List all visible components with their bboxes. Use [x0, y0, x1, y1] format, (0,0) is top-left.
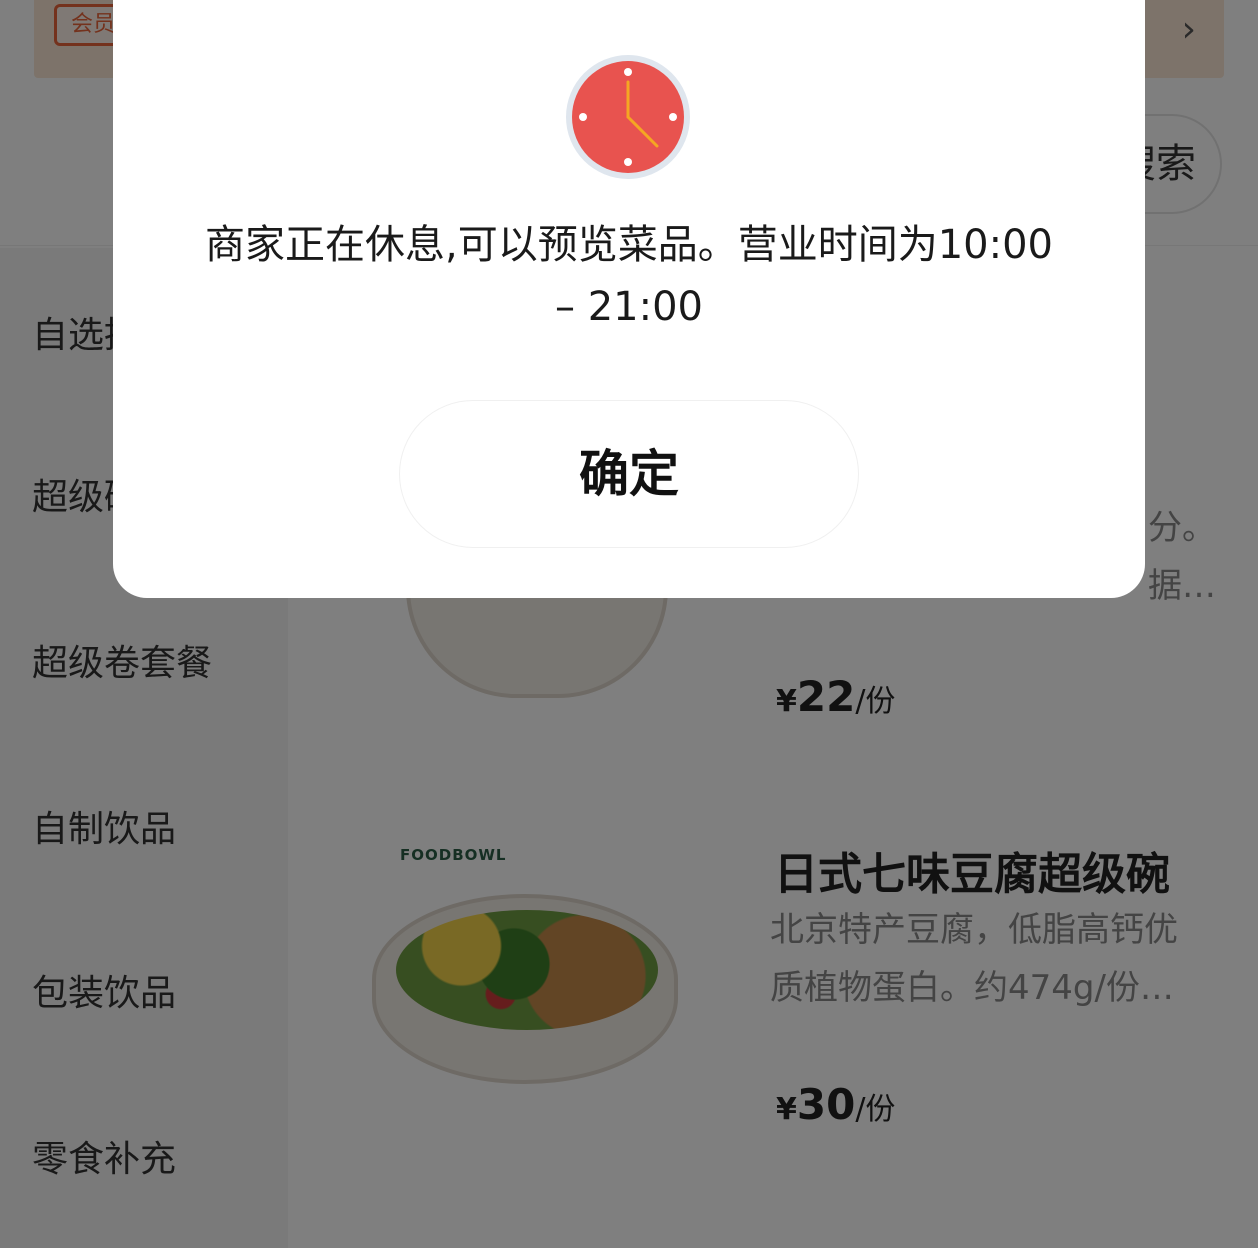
confirm-button[interactable]: 确定: [399, 400, 859, 548]
store-closed-dialog: 商家正在休息,可以预览菜品。营业时间为10:00 – 21:00 确定: [113, 0, 1145, 598]
clock-icon: [566, 55, 690, 179]
dialog-message: 商家正在休息,可以预览菜品。营业时间为10:00 – 21:00: [205, 222, 1053, 330]
